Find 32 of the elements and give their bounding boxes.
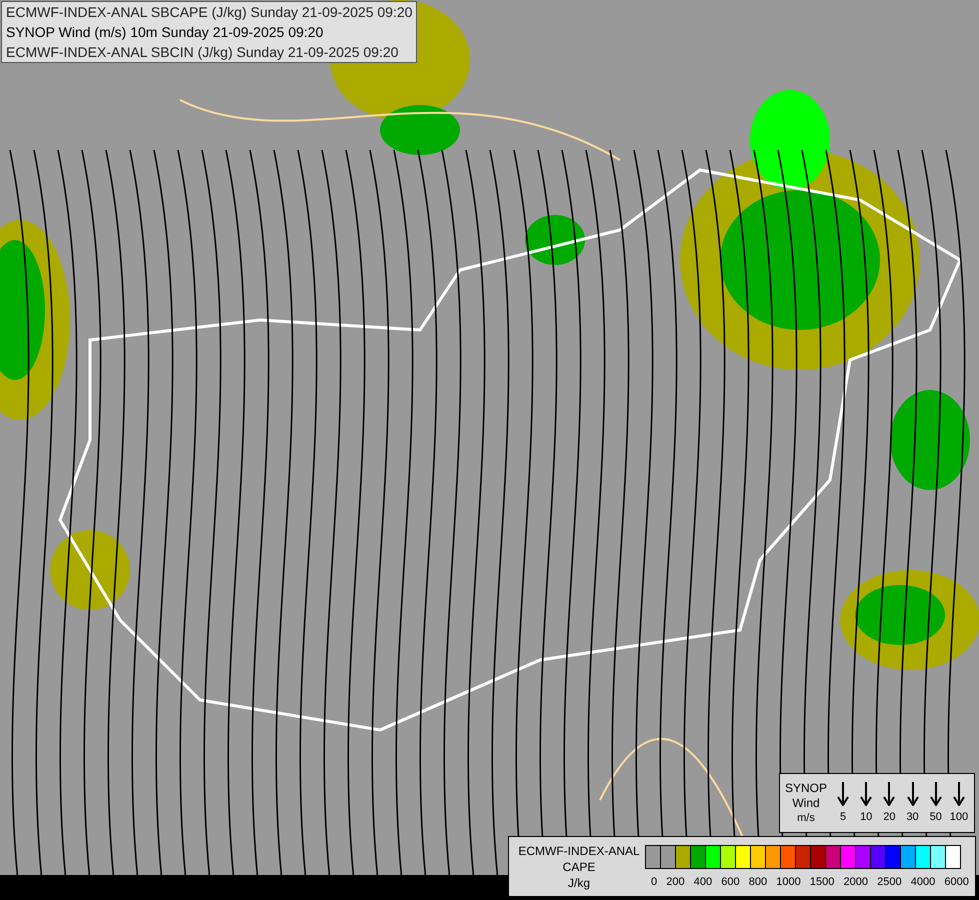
legend-label: 200 [666,874,685,888]
map-title: ECMWF-INDEX-ANAL SBCAPE (J/kg) Sunday 21-09-2025 09:20 [6,3,412,22]
arrow-down-icon [906,782,919,806]
legend-label: 400 [694,874,712,888]
arrow-down-icon [860,782,872,806]
legend-label: 10 [860,810,872,824]
legend-label: 0 [651,874,658,888]
map-title: ECMWF-INDEX-ANAL SBCIN (J/kg) Sunday 21-09-2025 09:20 [6,43,400,62]
legend-label: 1500 [810,874,834,888]
legend-title: J/kg [568,874,590,890]
legend-label: 1000 [776,874,801,888]
legend-title: m/s [797,810,815,826]
legend-label: 2000 [844,874,868,888]
arrow-down-icon [837,782,849,806]
legend-label: 2500 [877,874,902,888]
legend-title: CAPE [562,858,596,874]
legend-label: 6000 [944,874,969,888]
arrow-down-icon [952,782,965,806]
legend-label: 5 [840,810,846,824]
legend-title: ECMWF-INDEX-ANAL [518,842,640,858]
legend-label: 600 [721,874,740,888]
legend-label: 30 [906,810,919,824]
legend-title: SYNOP [784,780,827,796]
legend-label: 50 [930,810,942,824]
legend-label: 100 [950,810,968,824]
legend-title: Wind [792,796,820,810]
legend-label: 4000 [910,874,936,888]
legend-label: 800 [748,874,768,888]
map-title: SYNOP Wind (m/s) 10m Sunday 21-09-2025 09:20 [6,23,324,42]
arrow-down-icon [930,782,942,806]
legend-label: 20 [883,810,896,824]
arrow-down-icon [883,782,896,806]
